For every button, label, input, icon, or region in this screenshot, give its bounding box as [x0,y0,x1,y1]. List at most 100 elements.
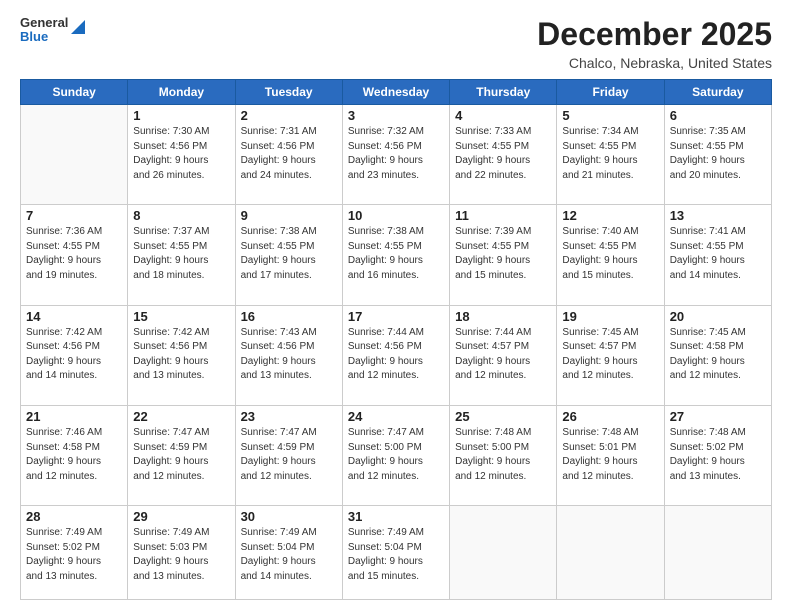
day-number: 20 [670,309,766,324]
calendar-cell: 31 Sunrise: 7:49 AMSunset: 5:04 PMDayligh… [342,506,449,600]
day-number: 22 [133,409,229,424]
calendar-cell: 1Sunrise: 7:30 AMSunset: 4:56 PMDaylight… [128,105,235,205]
cell-info: Sunrise: 7:45 AMSunset: 4:57 PMDaylight:… [562,326,658,384]
cell-info: Sunrise: 7:39 AMSunset: 4:55 PMDaylight:… [455,225,551,283]
cell-info: Sunrise: 7:38 AMSunset: 4:55 PMDaylight:… [241,225,337,283]
calendar-cell: 12 Sunrise: 7:40 AMSunset: 4:55 PMDayligh… [557,205,664,305]
calendar-cell: 17Sunrise: 7:44 AMSunset: 4:56 PMDayligh… [342,305,449,405]
day-number: 21 [26,409,122,424]
day-number: 18 [455,309,551,324]
cell-info: Sunrise: 7:49 AMSunset: 5:04 PMDaylight:… [348,526,444,584]
calendar-day-header: Saturday [664,80,771,105]
calendar-week-row: 28Sunrise: 7:49 AMSunset: 5:02 PMDayligh… [21,506,772,600]
calendar-day-header: Friday [557,80,664,105]
day-number: 16 [241,309,337,324]
cell-info: Sunrise: 7:33 AMSunset: 4:55 PMDaylight:… [455,125,551,183]
cell-info: Sunrise: 7:48 AMSunset: 5:02 PMDaylight:… [670,426,766,484]
logo-text: General Blue [20,16,68,45]
calendar-cell: 27Sunrise: 7:48 AMSunset: 5:02 PMDayligh… [664,406,771,506]
day-number: 19 [562,309,658,324]
day-number: 10 [348,208,444,223]
calendar-cell: 3 Sunrise: 7:32 AMSunset: 4:56 PMDaylight… [342,105,449,205]
calendar-cell: 8 Sunrise: 7:37 AMSunset: 4:55 PMDaylight… [128,205,235,305]
cell-info: Sunrise: 7:44 AMSunset: 4:57 PMDaylight:… [455,326,551,384]
calendar-day-header: Monday [128,80,235,105]
calendar-day-header: Thursday [450,80,557,105]
location: Chalco, Nebraska, United States [537,55,772,71]
logo-blue: Blue [20,30,68,44]
day-number: 25 [455,409,551,424]
cell-info: Sunrise: 7:42 AMSunset: 4:56 PMDaylight:… [26,326,122,384]
day-number: 8 [133,208,229,223]
cell-info: Sunrise: 7:36 AMSunset: 4:55 PMDaylight:… [26,225,122,283]
cell-info: Sunrise: 7:49 AMSunset: 5:02 PMDaylight:… [26,526,122,584]
cell-info: Sunrise: 7:49 AMSunset: 5:03 PMDaylight:… [133,526,229,584]
day-number: 24 [348,409,444,424]
calendar-cell: 28Sunrise: 7:49 AMSunset: 5:02 PMDayligh… [21,506,128,600]
calendar-week-row: 14Sunrise: 7:42 AMSunset: 4:56 PMDayligh… [21,305,772,405]
day-number: 3 [348,108,444,123]
cell-info: Sunrise: 7:44 AMSunset: 4:56 PMDaylight:… [348,326,444,384]
calendar-cell: 7 Sunrise: 7:36 AMSunset: 4:55 PMDaylight… [21,205,128,305]
page: General Blue December 2025 Chalco, Nebra… [0,0,792,612]
calendar-cell: 30Sunrise: 7:49 AMSunset: 5:04 PMDayligh… [235,506,342,600]
calendar-cell: 24 Sunrise: 7:47 AMSunset: 5:00 PMDayligh… [342,406,449,506]
cell-info: Sunrise: 7:47 AMSunset: 4:59 PMDaylight:… [241,426,337,484]
cell-info: Sunrise: 7:35 AMSunset: 4:55 PMDaylight:… [670,125,766,183]
cell-info: Sunrise: 7:42 AMSunset: 4:56 PMDaylight:… [133,326,229,384]
day-number: 30 [241,509,337,524]
calendar-table: SundayMondayTuesdayWednesdayThursdayFrid… [20,79,772,600]
day-number: 7 [26,208,122,223]
cell-info: Sunrise: 7:40 AMSunset: 4:55 PMDaylight:… [562,225,658,283]
calendar-cell: 16Sunrise: 7:43 AMSunset: 4:56 PMDayligh… [235,305,342,405]
day-number: 6 [670,108,766,123]
cell-info: Sunrise: 7:41 AMSunset: 4:55 PMDaylight:… [670,225,766,283]
calendar-cell: 11Sunrise: 7:39 AMSunset: 4:55 PMDayligh… [450,205,557,305]
calendar-cell: 25 Sunrise: 7:48 AMSunset: 5:00 PMDayligh… [450,406,557,506]
day-number: 29 [133,509,229,524]
day-number: 12 [562,208,658,223]
day-number: 26 [562,409,658,424]
calendar-cell: 9 Sunrise: 7:38 AMSunset: 4:55 PMDaylight… [235,205,342,305]
day-number: 23 [241,409,337,424]
month-title: December 2025 [537,16,772,53]
calendar-cell: 4 Sunrise: 7:33 AMSunset: 4:55 PMDaylight… [450,105,557,205]
day-number: 31 [348,509,444,524]
calendar-cell: 5Sunrise: 7:34 AMSunset: 4:55 PMDaylight… [557,105,664,205]
calendar-cell [450,506,557,600]
calendar-day-header: Wednesday [342,80,449,105]
calendar-cell: 23 Sunrise: 7:47 AMSunset: 4:59 PMDayligh… [235,406,342,506]
cell-info: Sunrise: 7:46 AMSunset: 4:58 PMDaylight:… [26,426,122,484]
calendar-cell: 26 Sunrise: 7:48 AMSunset: 5:01 PMDayligh… [557,406,664,506]
calendar-header-row: SundayMondayTuesdayWednesdayThursdayFrid… [21,80,772,105]
cell-info: Sunrise: 7:48 AMSunset: 5:01 PMDaylight:… [562,426,658,484]
calendar-cell: 29 Sunrise: 7:49 AMSunset: 5:03 PMDayligh… [128,506,235,600]
cell-info: Sunrise: 7:47 AMSunset: 4:59 PMDaylight:… [133,426,229,484]
cell-info: Sunrise: 7:32 AMSunset: 4:56 PMDaylight:… [348,125,444,183]
cell-info: Sunrise: 7:37 AMSunset: 4:55 PMDaylight:… [133,225,229,283]
cell-info: Sunrise: 7:34 AMSunset: 4:55 PMDaylight:… [562,125,658,183]
cell-info: Sunrise: 7:30 AMSunset: 4:56 PMDaylight:… [133,125,229,183]
day-number: 4 [455,108,551,123]
day-number: 2 [241,108,337,123]
calendar-cell: 10Sunrise: 7:38 AMSunset: 4:55 PMDayligh… [342,205,449,305]
calendar-cell: 13 Sunrise: 7:41 AMSunset: 4:55 PMDayligh… [664,205,771,305]
calendar-day-header: Sunday [21,80,128,105]
logo-arrow-icon [71,20,85,34]
calendar-cell [21,105,128,205]
calendar-cell: 14Sunrise: 7:42 AMSunset: 4:56 PMDayligh… [21,305,128,405]
day-number: 15 [133,309,229,324]
calendar-cell: 15 Sunrise: 7:42 AMSunset: 4:56 PMDayligh… [128,305,235,405]
cell-info: Sunrise: 7:31 AMSunset: 4:56 PMDaylight:… [241,125,337,183]
title-area: December 2025 Chalco, Nebraska, United S… [537,16,772,71]
calendar-day-header: Tuesday [235,80,342,105]
calendar-cell: 18 Sunrise: 7:44 AMSunset: 4:57 PMDayligh… [450,305,557,405]
cell-info: Sunrise: 7:45 AMSunset: 4:58 PMDaylight:… [670,326,766,384]
calendar-cell: 6 Sunrise: 7:35 AMSunset: 4:55 PMDaylight… [664,105,771,205]
cell-info: Sunrise: 7:47 AMSunset: 5:00 PMDaylight:… [348,426,444,484]
cell-info: Sunrise: 7:48 AMSunset: 5:00 PMDaylight:… [455,426,551,484]
calendar-week-row: 7 Sunrise: 7:36 AMSunset: 4:55 PMDaylight… [21,205,772,305]
day-number: 9 [241,208,337,223]
calendar-cell: 2 Sunrise: 7:31 AMSunset: 4:56 PMDaylight… [235,105,342,205]
day-number: 13 [670,208,766,223]
